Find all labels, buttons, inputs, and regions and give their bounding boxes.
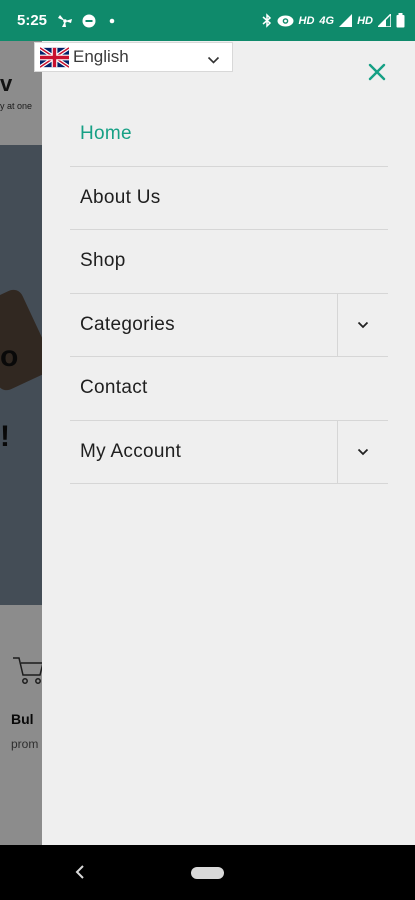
network-type: 4G [319,14,335,27]
menu-item-my-account[interactable]: My Account [70,420,388,484]
drawer-menu: Home About Us Shop Categories Contact My… [70,103,388,484]
language-selector[interactable]: English [34,42,233,72]
system-nav-bar [0,845,415,900]
chevron-down-icon [357,443,369,461]
menu-item-label: Home [80,123,132,145]
hd-indicator-1: HD [298,14,315,27]
chat-icon [82,14,96,28]
menu-item-label: Shop [80,250,126,272]
categories-expand-button[interactable] [337,293,388,356]
battery-icon [396,13,405,28]
menu-item-about-us[interactable]: About Us [70,167,388,230]
drawer-overlay[interactable] [0,41,42,845]
close-icon[interactable] [367,62,387,82]
navigation-drawer: Home About Us Shop Categories Contact My… [42,41,415,845]
chevron-down-icon [207,52,220,70]
menu-item-categories[interactable]: Categories [70,293,388,357]
signal-icon [378,14,391,27]
menu-item-contact[interactable]: Contact [70,357,388,421]
menu-item-label: Categories [80,313,175,335]
signal-icon [339,14,353,27]
menu-item-label: My Account [80,440,182,462]
eye-icon [277,15,294,27]
status-bar: 5:25 HD 4G HD [0,0,415,41]
home-pill-icon[interactable] [191,867,224,879]
menu-item-home[interactable]: Home [70,103,388,167]
back-icon[interactable] [73,863,89,881]
menu-item-shop[interactable]: Shop [70,230,388,294]
dot-icon [105,14,119,28]
language-label: English [73,47,129,66]
bluetooth-icon [262,13,272,28]
hd-indicator-2: HD [357,14,373,27]
my-account-expand-button[interactable] [337,420,388,483]
menu-item-label: Contact [80,377,148,399]
status-time: 5:25 [17,12,48,29]
chevron-down-icon [357,316,369,334]
menu-item-label: About Us [80,186,161,208]
fan-icon [57,14,73,28]
uk-flag-icon [38,45,71,69]
